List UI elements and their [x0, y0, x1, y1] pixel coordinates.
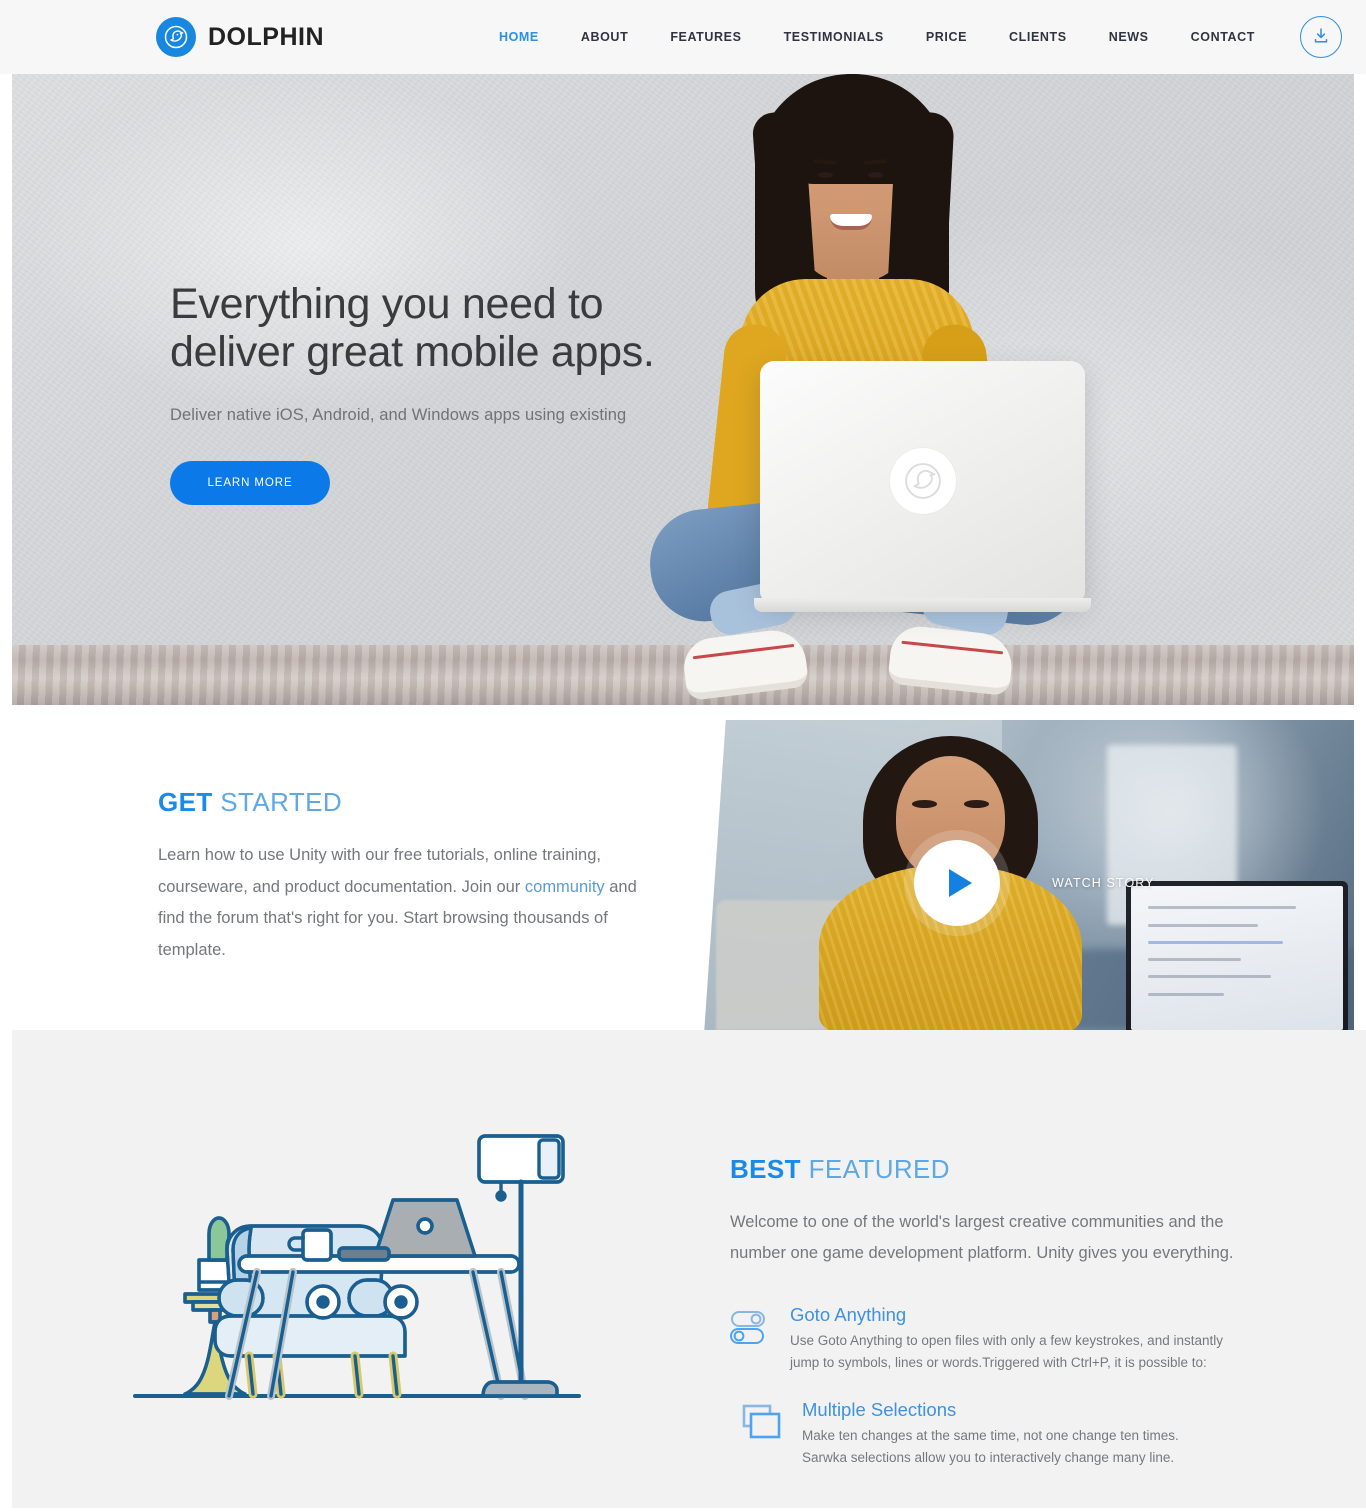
get-started-title: GET STARTED	[158, 787, 700, 818]
best-featured-copy: BEST FEATURED Welcome to one of the worl…	[702, 1030, 1302, 1508]
get-started-copy: GET STARTED Learn how to use Unity with …	[0, 705, 700, 1030]
feature-item-goto-anything[interactable]: Goto Anything Use Goto Anything to open …	[730, 1304, 1302, 1374]
feature-name: Multiple Selections	[802, 1399, 957, 1421]
laptop-dolphin-logo-icon	[889, 448, 956, 514]
toggle-switches-icon	[730, 1304, 774, 1374]
play-icon	[948, 869, 972, 897]
nav-item-price[interactable]: PRICE	[905, 30, 988, 44]
play-button[interactable]	[914, 840, 1000, 926]
hero-laptop	[754, 361, 1091, 612]
feature-desc-line-2: jump to symbols, lines or words.Triggere…	[790, 1354, 1207, 1370]
feature-description: Use Goto Anything to open files with onl…	[790, 1330, 1223, 1374]
get-started-title-light: STARTED	[220, 787, 343, 817]
get-started-body: Learn how to use Unity with our free tut…	[158, 840, 658, 967]
best-featured-title-strong: BEST	[730, 1154, 801, 1184]
best-featured-title: BEST FEATURED	[730, 1154, 1302, 1185]
community-link[interactable]: community	[525, 878, 605, 896]
workspace-desk-illustration	[12, 1030, 702, 1508]
brand-name: DOLPHIN	[208, 22, 324, 51]
hero-title-line-1: Everything you need to	[170, 280, 604, 328]
best-featured-body: Welcome to one of the world's largest cr…	[730, 1213, 1234, 1263]
best-featured-title-light: FEATURED	[808, 1154, 950, 1184]
get-started-title-strong: GET	[158, 787, 213, 817]
hero-copy: Everything you need to deliver great mob…	[170, 280, 690, 506]
hero-title-line-2: deliver great mobile apps.	[170, 328, 655, 377]
main-navigation: HOME ABOUT FEATURES TESTIMONIALS PRICE C…	[478, 16, 1342, 58]
dolphin-logo-icon	[156, 17, 196, 57]
watch-story-label: WATCH STORY	[1052, 876, 1155, 890]
nav-item-about[interactable]: ABOUT	[560, 30, 649, 44]
feature-desc-line-2: Sarwka selections allow you to interacti…	[802, 1450, 1175, 1466]
watch-story-video-panel[interactable]: WATCH STORY	[704, 720, 1354, 1030]
hero-subtitle: Deliver native iOS, Android, and Windows…	[170, 406, 627, 425]
get-started-section: GET STARTED Learn how to use Unity with …	[0, 705, 1354, 1030]
feature-desc-line-1: Use Goto Anything to open files with onl…	[790, 1332, 1223, 1348]
best-featured-section: BEST FEATURED Welcome to one of the worl…	[12, 1030, 1366, 1508]
site-header: DOLPHIN HOME ABOUT FEATURES TESTIMONIALS…	[0, 0, 1366, 74]
download-button[interactable]	[1300, 16, 1342, 58]
nav-item-testimonials[interactable]: TESTIMONIALS	[763, 30, 905, 44]
nav-item-news[interactable]: NEWS	[1088, 30, 1170, 44]
feature-item-multiple-selections[interactable]: Multiple Selections Make ten changes at …	[730, 1399, 1302, 1469]
hero-section: Everything you need to deliver great mob…	[12, 74, 1354, 705]
nav-item-features[interactable]: FEATURES	[649, 30, 762, 44]
brand-logo[interactable]: DOLPHIN	[156, 17, 324, 57]
feature-desc-line-1: Make ten changes at the same time, not o…	[802, 1428, 1179, 1444]
feature-name: Goto Anything	[790, 1303, 907, 1325]
nav-item-clients[interactable]: CLIENTS	[988, 30, 1088, 44]
learn-more-button[interactable]: LEARN MORE	[170, 461, 330, 506]
multiple-selections-icon	[742, 1399, 786, 1469]
download-icon	[1311, 26, 1331, 49]
watch-story-control[interactable]: WATCH STORY	[914, 840, 1155, 926]
nav-item-contact[interactable]: CONTACT	[1170, 30, 1276, 44]
nav-item-home[interactable]: HOME	[478, 30, 560, 44]
hero-title: Everything you need to deliver great mob…	[170, 280, 690, 376]
feature-description: Make ten changes at the same time, not o…	[802, 1425, 1179, 1469]
